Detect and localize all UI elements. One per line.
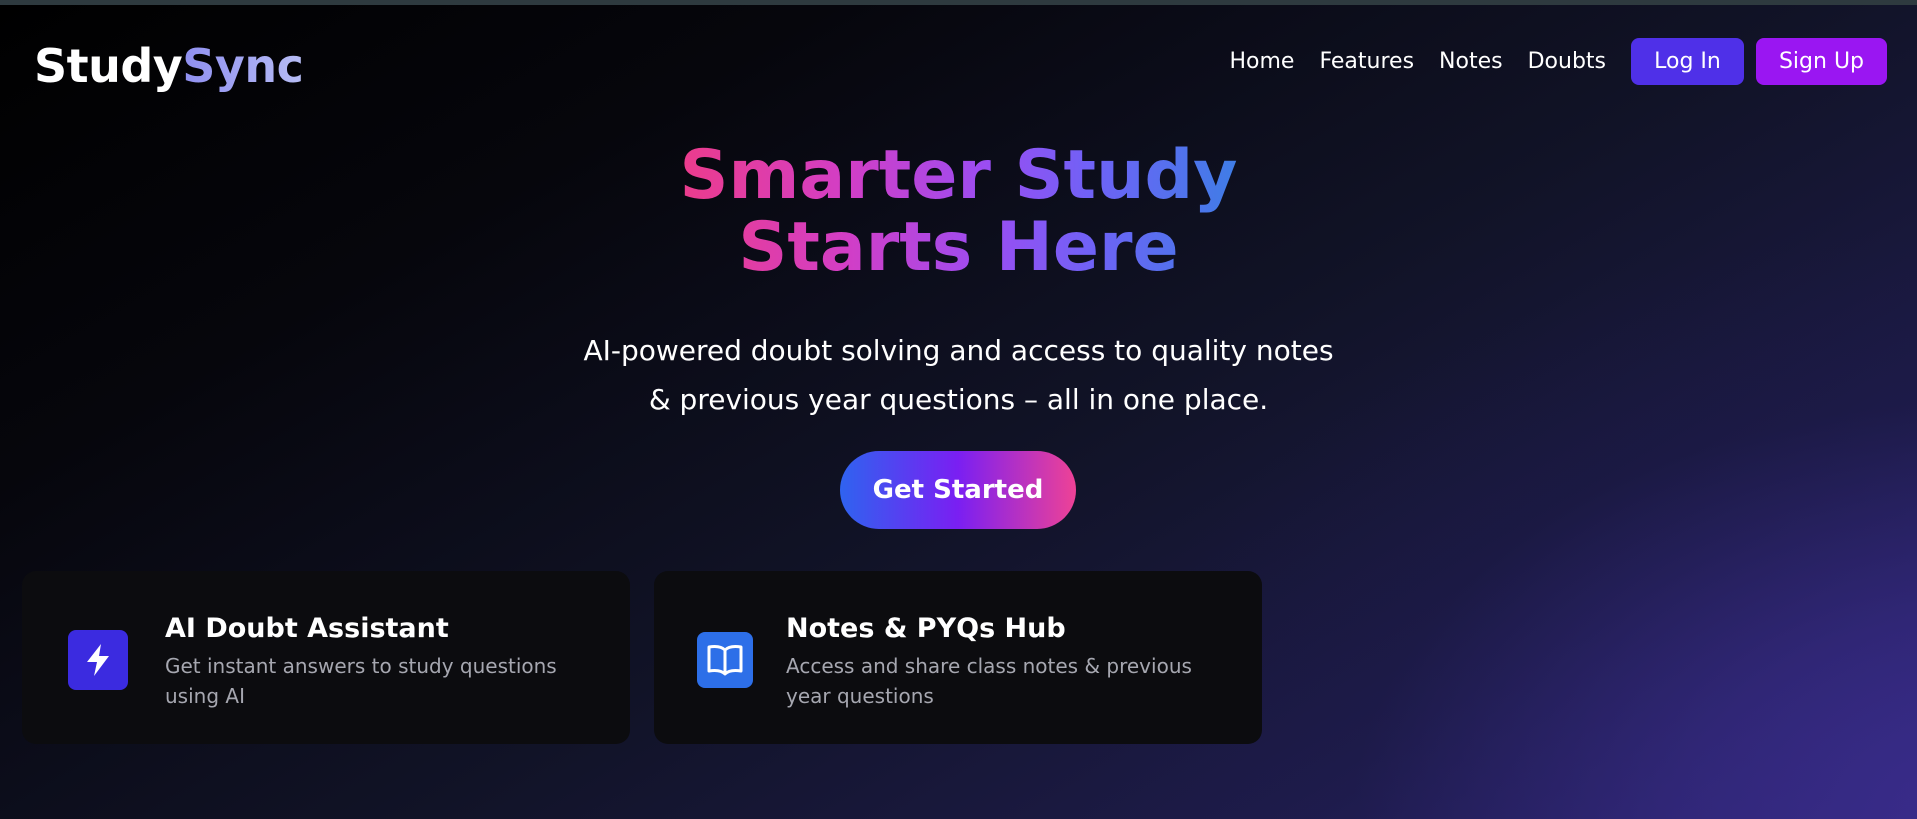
nav-links: Home Features Notes Doubts Log In Sign U… [1229, 38, 1887, 85]
nav-link-notes[interactable]: Notes [1439, 38, 1503, 85]
navbar: StudySync Home Features Notes Doubts Log… [0, 5, 1917, 123]
logo-text-sync: Sync [182, 39, 304, 93]
feature-card-notes-pyqs[interactable]: Notes & PYQs Hub Access and share class … [654, 571, 1262, 744]
hero-title-line-2: Starts Here [738, 208, 1179, 287]
nav-link-home[interactable]: Home [1229, 38, 1294, 85]
nav-link-doubts[interactable]: Doubts [1528, 38, 1606, 85]
hero-subtitle-line-1: AI-powered doubt solving and access to q… [583, 334, 1334, 367]
lightning-icon [68, 630, 128, 690]
hero-section: Smarter Study Starts Here AI-powered dou… [0, 140, 1917, 424]
book-icon [697, 632, 753, 688]
hero-title-line-1: Smarter Study [679, 136, 1238, 215]
feature-title: AI Doubt Assistant [165, 613, 449, 644]
feature-description: Access and share class notes & previous … [786, 654, 1192, 708]
logo[interactable]: StudySync [34, 39, 304, 93]
login-button[interactable]: Log In [1631, 38, 1744, 85]
nav-link-features[interactable]: Features [1319, 38, 1414, 85]
get-started-button[interactable]: Get Started [840, 451, 1076, 529]
feature-card-ai-doubt[interactable]: AI Doubt Assistant Get instant answers t… [22, 571, 630, 744]
hero-subtitle: AI-powered doubt solving and access to q… [0, 326, 1917, 424]
feature-title: Notes & PYQs Hub [786, 613, 1066, 644]
hero-title: Smarter Study Starts Here [680, 140, 1238, 284]
hero-subtitle-line-2: & previous year questions – all in one p… [648, 383, 1269, 416]
feature-description: Get instant answers to study questions u… [165, 654, 557, 708]
logo-text-study: Study [34, 39, 183, 93]
signup-button[interactable]: Sign Up [1756, 38, 1887, 85]
